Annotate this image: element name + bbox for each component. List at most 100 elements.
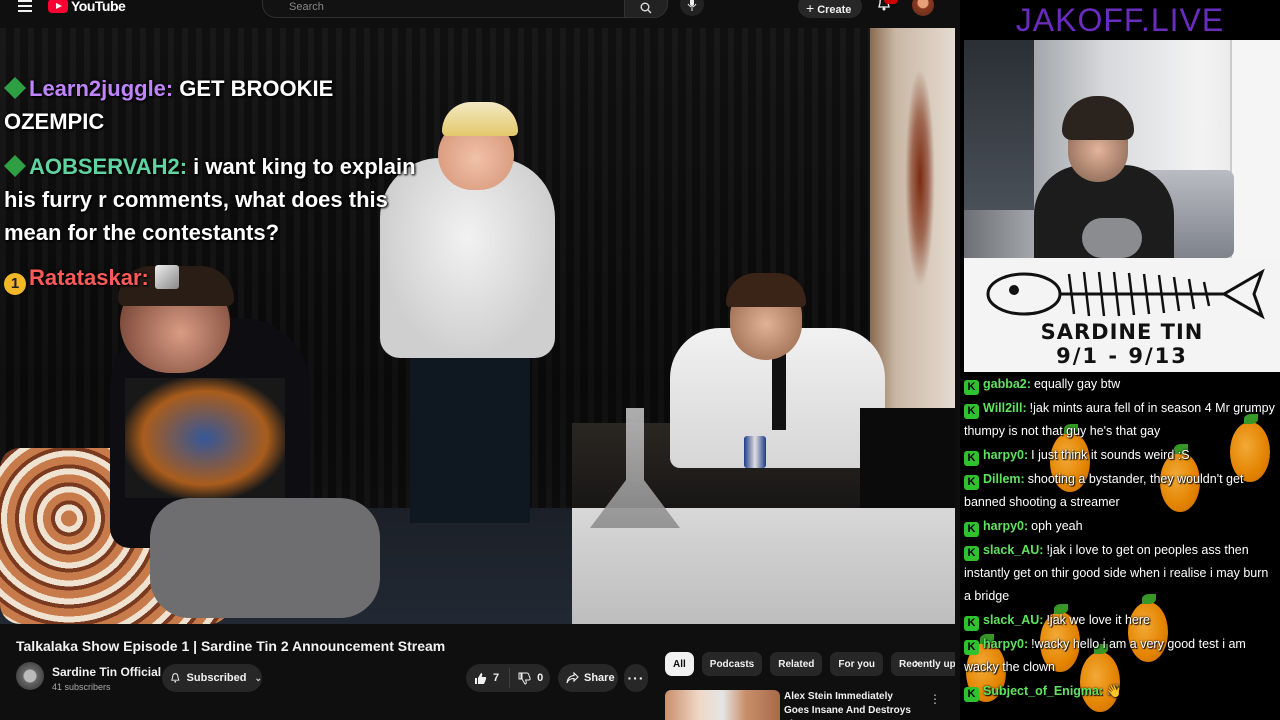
sardine-tin-banner: SARDINE TIN 9/1 - 9/13 xyxy=(964,258,1280,372)
subscribed-button[interactable]: Subscribed ⌄ xyxy=(162,664,262,692)
event-dates: 9/1 - 9/13 xyxy=(1056,344,1188,368)
emote-icon xyxy=(154,265,179,289)
chip-recently-uploaded[interactable]: Recently uploaded xyxy=(891,652,955,676)
chat-message: Kharpy0: oph yeah xyxy=(960,514,1280,538)
chat-username[interactable]: harpy0: xyxy=(983,448,1028,462)
chat-text: I just think it sounds weird :S xyxy=(1031,448,1190,462)
kick-badge-icon: K xyxy=(964,640,979,655)
video-laptop xyxy=(860,408,955,508)
dislike-count: 0 xyxy=(537,672,544,684)
search-input[interactable]: Search xyxy=(262,0,624,18)
chat-username[interactable]: Subject_of_Enigma: xyxy=(983,684,1103,698)
share-label: Share xyxy=(584,672,615,684)
chip-podcasts[interactable]: Podcasts xyxy=(701,652,763,676)
chat-username[interactable]: Will2ill: xyxy=(983,401,1027,415)
subscriber-count: 41 subscribers xyxy=(52,682,111,692)
thumbs-down-icon xyxy=(518,672,531,685)
chat-text: !jak we love it here xyxy=(1046,613,1150,627)
chat-username[interactable]: gabba2: xyxy=(983,377,1031,391)
chat-username[interactable]: harpy0: xyxy=(983,637,1028,651)
webcam-pillow xyxy=(1082,218,1142,258)
video-player[interactable]: Learn2juggle: GET BROOKIE OZEMPIC AOBSERV… xyxy=(0,28,955,624)
chip-for-you[interactable]: For you xyxy=(830,652,884,676)
overlay-chat-username: Learn2juggle: xyxy=(29,76,174,101)
channel-name[interactable]: Sardine Tin Official xyxy=(52,665,161,679)
chat-text: oph yeah xyxy=(1031,519,1083,533)
hamburger-menu-icon[interactable] xyxy=(18,0,32,12)
chat-text: equally gay btw xyxy=(1033,377,1121,391)
kick-badge-icon: K xyxy=(964,616,979,631)
voice-search-button[interactable] xyxy=(680,0,704,16)
video-drink-can xyxy=(744,436,766,468)
search-button[interactable] xyxy=(624,0,668,18)
chat-message: K Dillem: shooting a bystander, they would… xyxy=(960,467,1280,514)
share-button[interactable]: Share xyxy=(558,664,618,692)
chat-username[interactable]: harpy0: xyxy=(983,519,1028,533)
chat-message: Kslack_AU: !jak we love it here xyxy=(960,608,1280,632)
create-label: Create xyxy=(817,4,852,16)
chat-text: 👋 xyxy=(1106,684,1122,698)
diamond-badge-icon xyxy=(4,77,26,99)
fish-skeleton-icon xyxy=(986,268,1265,320)
overlay-chat-username: AOBSERVAH2: xyxy=(29,154,188,179)
diamond-badge-icon xyxy=(4,155,26,177)
subscribed-label: Subscribed xyxy=(186,672,247,684)
chip-all[interactable]: All xyxy=(665,652,694,676)
stream-panel: JAKOFF.LIVE SARDINE TIN 9/1 - 9/13 K gab… xyxy=(960,0,1280,720)
kick-badge-icon: K xyxy=(964,380,979,395)
more-vertical-icon[interactable]: ⋮ xyxy=(929,692,941,706)
chat-message: K Subject_of_Enigma: 👋 xyxy=(960,679,1280,703)
kick-badge-icon: K xyxy=(964,451,979,466)
video-desk-person-hair xyxy=(726,273,806,307)
stream-chat: Kgabba2: equally gay btw K Will2ill: !jak m… xyxy=(960,372,1280,720)
overlay-chat-username: Ratataskar: xyxy=(29,265,149,290)
screen: YouTube Search +Create 9+ xyxy=(0,0,1280,720)
video-overlay-chat: Learn2juggle: GET BROOKIE OZEMPIC AOBSERV… xyxy=(4,72,424,307)
like-count: 7 xyxy=(493,672,500,684)
logo-text: YouTube xyxy=(71,0,126,14)
youtube-play-icon xyxy=(48,0,68,13)
chevron-right-icon[interactable]: › xyxy=(914,654,919,670)
channel-avatar[interactable] xyxy=(16,662,44,690)
share-icon xyxy=(566,672,579,684)
recommended-video-thumbnail[interactable] xyxy=(665,690,780,720)
chat-message: K Will2ill: !jak mints aura fell of in sea… xyxy=(960,396,1280,443)
video-shirt-print xyxy=(125,378,285,498)
more-actions-button[interactable]: ··· xyxy=(624,664,648,692)
kick-badge-icon: K xyxy=(964,404,979,419)
like-button[interactable]: 7 xyxy=(466,668,511,688)
dislike-button[interactable]: 0 xyxy=(510,672,543,685)
recommendation-chips: All Podcasts Related For you Recently up… xyxy=(665,652,955,676)
youtube-header: YouTube Search +Create 9+ xyxy=(0,0,960,28)
microphone-icon xyxy=(687,0,697,11)
chat-username[interactable]: slack_AU: xyxy=(983,543,1043,557)
more-horizontal-icon: ··· xyxy=(627,670,645,686)
kick-badge-icon: K xyxy=(964,475,979,490)
site-banner: JAKOFF.LIVE xyxy=(1015,2,1225,38)
overlay-chat-message: AOBSERVAH2: i want king to explain his fu… xyxy=(4,150,424,249)
chat-username[interactable]: Dillem: xyxy=(983,472,1025,486)
overlay-chat-message: Learn2juggle: GET BROOKIE OZEMPIC xyxy=(4,72,424,138)
plus-icon: + xyxy=(806,0,815,16)
tier-badge-icon: 1 xyxy=(4,273,26,295)
notifications-badge: 9+ xyxy=(884,0,898,4)
chat-message: Kharpy0: !wacky hello i am a very good te… xyxy=(960,632,1280,679)
webcam-feed xyxy=(964,40,1280,258)
user-avatar[interactable] xyxy=(912,0,934,16)
thumbs-up-icon xyxy=(475,672,487,684)
bell-icon xyxy=(171,673,180,683)
chevron-down-icon: ⌄ xyxy=(254,672,262,683)
event-title: SARDINE TIN xyxy=(1040,320,1204,344)
kick-badge-icon: K xyxy=(964,522,979,537)
create-button[interactable]: + Create xyxy=(798,0,862,18)
video-seated-person-shorts xyxy=(150,498,380,618)
video-title: Talkalaka Show Episode 1 | Sardine Tin 2… xyxy=(16,638,446,654)
video-standing-person-cap xyxy=(442,102,518,136)
video-wall-stain xyxy=(905,68,935,288)
chat-message: Kgabba2: equally gay btw xyxy=(960,372,1280,396)
chat-username[interactable]: slack_AU: xyxy=(983,613,1043,627)
youtube-logo[interactable]: YouTube xyxy=(48,0,126,14)
chip-related[interactable]: Related xyxy=(770,652,823,676)
search-icon xyxy=(640,2,652,14)
recommended-video-title[interactable]: Alex Stein Immediately Goes Insane And D… xyxy=(784,690,919,720)
